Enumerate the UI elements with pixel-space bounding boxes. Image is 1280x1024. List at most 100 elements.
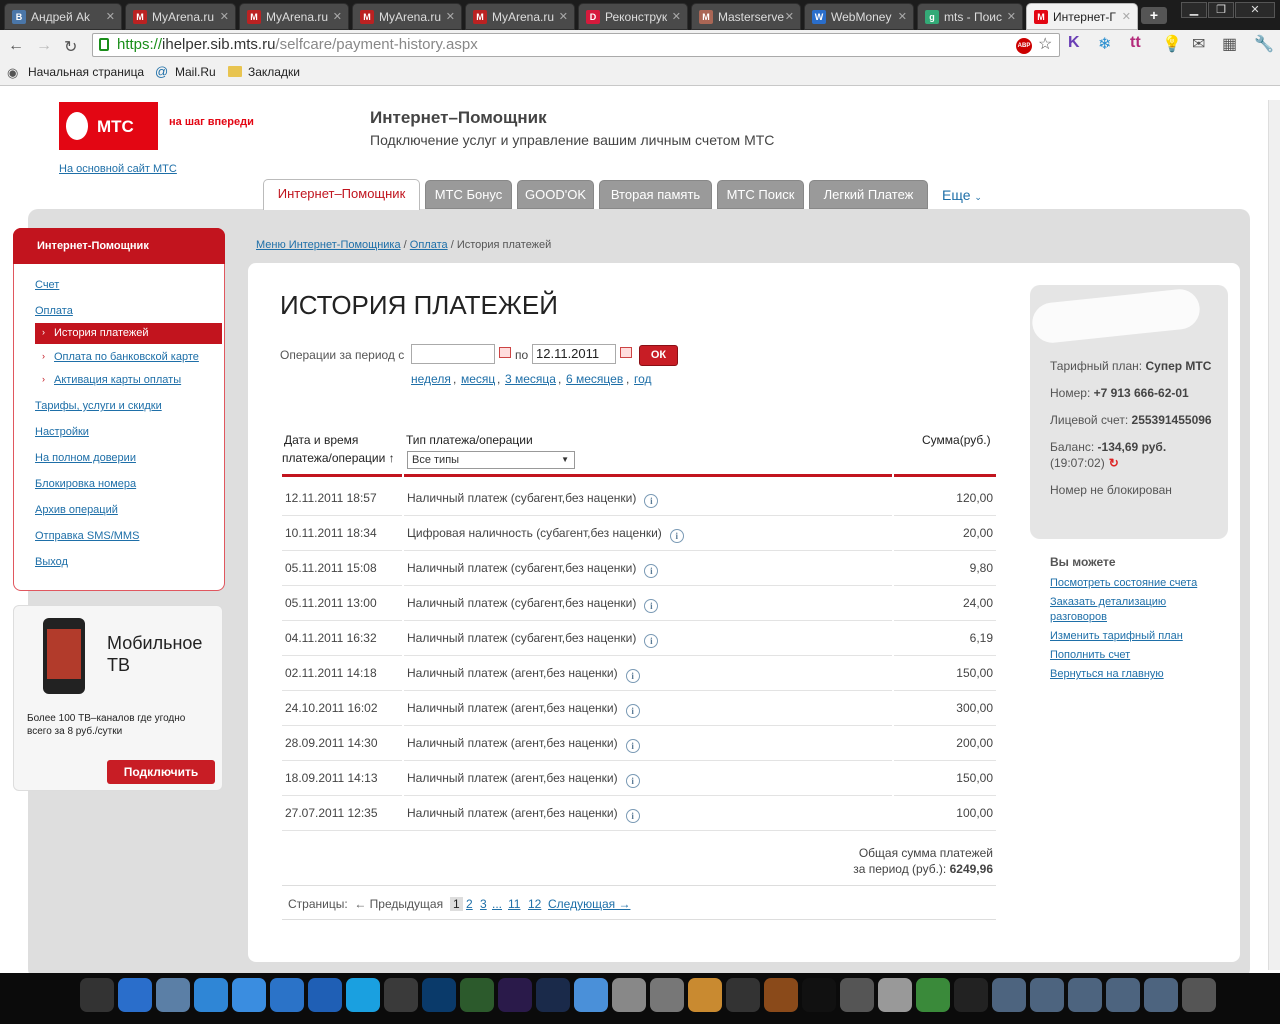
browser-tab[interactable]: M MyArena.ru ✕ — [239, 3, 349, 30]
more-tabs-dropdown[interactable]: Еще ⌄ — [942, 187, 982, 203]
time-machine-icon[interactable] — [384, 978, 418, 1012]
safari-icon[interactable] — [232, 978, 266, 1012]
browser-tab[interactable]: g mts - Поис ✕ — [917, 3, 1023, 30]
close-tab-icon[interactable]: ✕ — [1007, 4, 1016, 29]
info-icon[interactable]: i — [625, 704, 640, 718]
browser-tab[interactable]: W WebMoney ✕ — [804, 3, 914, 30]
bookmark-home[interactable]: Начальная страница — [28, 65, 144, 79]
address-bar[interactable]: https://ihelper.sib.mts.ru/selfcare/paym… — [92, 33, 1060, 57]
terminal-icon[interactable] — [802, 978, 836, 1012]
calendar-icon[interactable] — [620, 347, 632, 358]
info-icon[interactable]: i — [669, 529, 684, 543]
folder-icon[interactable] — [1030, 978, 1064, 1012]
close-tab-icon[interactable]: ✕ — [333, 4, 342, 29]
sidebar-item-payment-history[interactable]: История платежей — [35, 323, 222, 344]
browser-tab[interactable]: В Андрей Ak ✕ — [4, 3, 122, 30]
tab-second-memory[interactable]: Вторая память — [599, 180, 712, 209]
tab-mts-bonus[interactable]: МТС Бонус — [425, 180, 512, 209]
tab-mts-search[interactable]: МТС Поиск — [717, 180, 804, 209]
sidebar-item-block[interactable]: Блокировка номера — [35, 478, 136, 490]
sidebar-item-account[interactable]: Счет — [35, 279, 59, 291]
itunes-icon[interactable] — [270, 978, 304, 1012]
sidebar-item-settings[interactable]: Настройки — [35, 426, 89, 438]
close-tab-icon[interactable]: ✕ — [559, 4, 568, 29]
page-link[interactable]: 3 — [480, 897, 487, 911]
extension-bulb-icon[interactable]: 💡 — [1162, 34, 1182, 54]
sidebar-item-bank-card[interactable]: Оплата по банковской карте — [54, 351, 199, 363]
sidebar-item-card-activation[interactable]: Активация карты оплаты — [54, 374, 181, 386]
action-change-tariff[interactable]: Изменить тарифный план — [1050, 629, 1220, 644]
info-icon[interactable]: i — [644, 564, 659, 578]
star-icon[interactable] — [726, 978, 760, 1012]
browser-tab[interactable]: M MyArena.ru ✕ — [465, 3, 575, 30]
app-store-icon[interactable] — [118, 978, 152, 1012]
connect-button[interactable]: Подключить — [107, 760, 215, 784]
browser-tab[interactable]: M MyArena.ru ✕ — [352, 3, 462, 30]
action-go-home[interactable]: Вернуться на главную — [1050, 667, 1220, 682]
date-from-input[interactable] — [411, 344, 495, 364]
extension-tt-icon[interactable]: tt — [1130, 34, 1141, 52]
wrench-icon[interactable]: 🔧 — [1254, 34, 1274, 54]
period-year-link[interactable]: год — [634, 372, 652, 386]
forward-icon[interactable]: → — [36, 37, 52, 55]
period-month-link[interactable]: месяц — [461, 372, 495, 386]
info-icon[interactable]: i — [625, 669, 640, 683]
quicktime-icon[interactable] — [308, 978, 342, 1012]
folder-icon[interactable] — [1144, 978, 1178, 1012]
action-check-balance[interactable]: Посмотреть состояние счета — [1050, 576, 1220, 591]
col-date-sort[interactable]: платежа/операции ↑ — [282, 451, 395, 465]
sidebar-item-payment[interactable]: Оплата — [35, 305, 73, 317]
date-to-input[interactable]: 12.11.2011 — [532, 344, 616, 364]
extension-snow-icon[interactable]: ❄ — [1098, 34, 1111, 54]
sidebar-item-tariffs[interactable]: Тарифы, услуги и скидки — [35, 400, 162, 412]
browser-tab[interactable]: M Интернет-Г ✕ — [1026, 3, 1138, 30]
type-filter-select[interactable]: Все типы ▼ — [407, 451, 575, 469]
drive-icon[interactable] — [1182, 978, 1216, 1012]
hd-icon[interactable] — [650, 978, 684, 1012]
imovie-icon[interactable] — [688, 978, 722, 1012]
extension-k-icon[interactable]: K — [1068, 34, 1080, 52]
page-link[interactable]: 2 — [466, 897, 473, 911]
page-scrollbar[interactable] — [1268, 100, 1280, 970]
period-3months-link[interactable]: 3 месяца — [505, 372, 556, 386]
period-6months-link[interactable]: 6 месяцев — [566, 372, 623, 386]
next-page-link[interactable]: Следующая → — [548, 897, 630, 911]
adblock-icon[interactable]: ABP — [1016, 38, 1032, 54]
close-tab-icon[interactable]: ✕ — [898, 4, 907, 29]
action-order-details[interactable]: Заказать детализацию разговоров — [1050, 595, 1180, 625]
photoshop-icon[interactable] — [422, 978, 456, 1012]
mobileme-icon[interactable] — [574, 978, 608, 1012]
sidebar-item-archive[interactable]: Архив операций — [35, 504, 118, 516]
close-window-button[interactable]: ✕ — [1235, 2, 1275, 18]
breadcrumb-menu[interactable]: Меню Интернет-Помощника — [256, 239, 401, 251]
page-link[interactable]: ... — [492, 897, 502, 911]
back-icon[interactable]: ← — [8, 37, 24, 55]
main-site-link[interactable]: На основной сайт МТС — [59, 163, 177, 175]
folder-icon[interactable] — [1106, 978, 1140, 1012]
adium-icon[interactable] — [916, 978, 950, 1012]
sidebar-item-logout[interactable]: Выход — [35, 556, 68, 568]
guitar-icon[interactable] — [764, 978, 798, 1012]
action-top-up[interactable]: Пополнить счет — [1050, 648, 1220, 663]
maximize-button[interactable]: ❐ — [1208, 2, 1234, 18]
calendar-icon[interactable] — [499, 347, 511, 358]
mail-icon[interactable]: ✉ — [1192, 34, 1205, 54]
bookmark-folder[interactable]: Закладки — [248, 65, 300, 79]
preferences-icon[interactable] — [878, 978, 912, 1012]
info-icon[interactable]: i — [625, 739, 640, 753]
folder-icon[interactable] — [992, 978, 1026, 1012]
dreamweaver-icon[interactable] — [460, 978, 494, 1012]
folder-icon[interactable] — [1068, 978, 1102, 1012]
drive-icon[interactable] — [612, 978, 646, 1012]
info-icon[interactable]: i — [644, 494, 659, 508]
preview-icon[interactable] — [156, 978, 190, 1012]
close-tab-icon[interactable]: ✕ — [672, 4, 681, 29]
browser-tab[interactable]: D Реконструк ✕ — [578, 3, 688, 30]
close-tab-icon[interactable]: ✕ — [1122, 4, 1131, 29]
period-week-link[interactable]: неделя — [411, 372, 451, 386]
tab-easy-payment[interactable]: Легкий Платеж — [809, 180, 928, 209]
dashboard-icon[interactable] — [840, 978, 874, 1012]
premiere-icon[interactable] — [498, 978, 532, 1012]
ok-button[interactable]: ОК — [639, 345, 678, 366]
finder-icon[interactable] — [80, 978, 114, 1012]
